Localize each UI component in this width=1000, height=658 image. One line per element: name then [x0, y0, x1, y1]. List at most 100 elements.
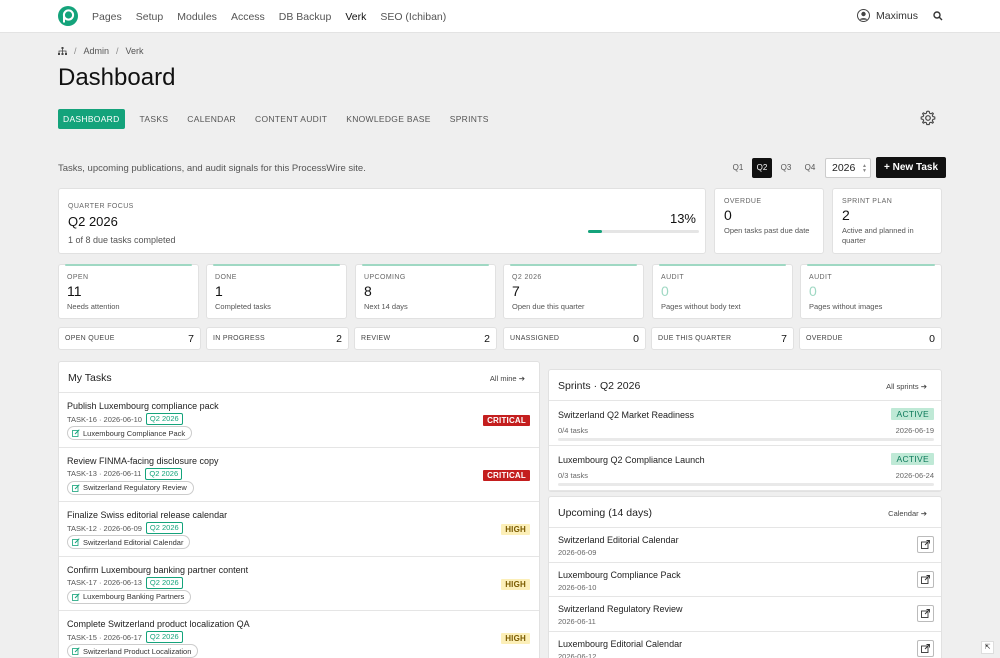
processwire-logo-icon[interactable] [58, 6, 78, 26]
resize-corner-icon[interactable]: ⇱ [981, 641, 994, 654]
stat-card-audit-body[interactable]: AUDIT 0 Pages without body text [652, 264, 793, 319]
task-row[interactable]: Publish Luxembourg compliance pack TASK-… [59, 393, 539, 448]
mini-stat-unassigned[interactable]: UNASSIGNED 0 [503, 327, 646, 350]
sprint-progress-bar [558, 483, 934, 486]
new-task-button[interactable]: + New Task [876, 157, 946, 178]
nav-access[interactable]: Access [231, 11, 265, 23]
nav-setup[interactable]: Setup [136, 11, 163, 23]
upcoming-row[interactable]: Switzerland Regulatory Review 2026-06-11 [549, 597, 941, 632]
task-title[interactable]: Confirm Luxembourg banking partner conte… [67, 565, 248, 575]
stat-card-done[interactable]: DONE 1 Completed tasks [206, 264, 347, 319]
external-link-icon [921, 643, 930, 653]
year-stepper-icon[interactable]: ▲ ▼ [862, 163, 867, 174]
my-tasks-header: My Tasks All mine ➔ [59, 362, 539, 393]
arrow-right-icon: ➔ [518, 374, 525, 383]
stat-accent-line [510, 264, 637, 266]
mini-stat-open-queue[interactable]: OPEN QUEUE 7 [58, 327, 201, 350]
mini-stat-value: 0 [633, 333, 639, 345]
breadcrumb-verk[interactable]: Verk [126, 46, 144, 56]
task-title[interactable]: Review FINMA-facing disclosure copy [67, 456, 219, 466]
task-title[interactable]: Finalize Swiss editorial release calenda… [67, 510, 227, 520]
calendar-link-label: Calendar [888, 509, 919, 518]
quarter-q4-button[interactable]: Q4 [800, 158, 820, 178]
sprint-plan-card[interactable]: SPRINT PLAN 2 Active and planned in quar… [832, 188, 942, 254]
search-icon[interactable] [933, 11, 943, 21]
task-page-label: Switzerland Product Localization [83, 646, 192, 656]
mini-stat-review[interactable]: REVIEW 2 [354, 327, 497, 350]
mini-stat-due-quarter[interactable]: DUE THIS QUARTER 7 [651, 327, 794, 350]
nav-pages[interactable]: Pages [92, 11, 122, 23]
edit-icon [72, 483, 80, 492]
gear-icon[interactable] [920, 110, 936, 126]
nav-verk[interactable]: Verk [345, 11, 366, 23]
user-menu[interactable]: Maximus [857, 9, 918, 22]
task-page-chip[interactable]: Switzerland Product Localization [67, 644, 199, 658]
sprint-name[interactable]: Switzerland Q2 Market Readiness [558, 410, 694, 420]
tab-sprints[interactable]: SPRINTS [441, 109, 498, 129]
task-date: 2026-06-17 [103, 632, 142, 642]
nav-modules[interactable]: Modules [177, 11, 217, 23]
open-external-button[interactable] [917, 570, 934, 588]
upcoming-panel: Upcoming (14 days) Calendar ➔ Switzerlan… [548, 496, 942, 658]
year-input[interactable]: 2026 ▲ ▼ [825, 157, 871, 178]
task-page-chip[interactable]: Switzerland Editorial Calendar [67, 535, 191, 549]
tab-content-audit[interactable]: CONTENT AUDIT [246, 109, 336, 129]
open-external-button[interactable] [917, 536, 934, 553]
upcoming-row[interactable]: Luxembourg Editorial Calendar 2026-06-12 [549, 632, 941, 658]
open-external-button[interactable] [917, 605, 934, 622]
mini-stat-in-progress[interactable]: IN PROGRESS 2 [206, 327, 349, 350]
task-title[interactable]: Publish Luxembourg compliance pack [67, 401, 219, 411]
stat-value: 11 [67, 283, 82, 299]
tab-dashboard[interactable]: DASHBOARD [58, 109, 125, 129]
task-row[interactable]: Review FINMA-facing disclosure copy TASK… [59, 448, 539, 502]
mini-stat-overdue[interactable]: OVERDUE 0 [799, 327, 942, 350]
task-page-chip[interactable]: Luxembourg Compliance Pack [67, 426, 193, 440]
task-meta: TASK-16 · 2026-06-10 Q2 2026 [67, 413, 183, 425]
stat-card-upcoming[interactable]: UPCOMING 8 Next 14 days [355, 264, 496, 319]
task-title[interactable]: Complete Switzerland product localizatio… [67, 619, 250, 629]
overdue-desc: Open tasks past due date [724, 226, 810, 235]
upcoming-date: 2026-06-09 [558, 548, 597, 557]
nav-db-backup[interactable]: DB Backup [279, 11, 332, 23]
tab-knowledge-base[interactable]: KNOWLEDGE BASE [337, 109, 440, 129]
arrow-right-icon: ➔ [920, 382, 927, 391]
tab-bar: DASHBOARD TASKS CALENDAR CONTENT AUDIT K… [58, 109, 499, 129]
task-date: 2026-06-13 [103, 578, 142, 587]
task-quarter-tag: Q2 2026 [145, 413, 183, 425]
sprint-row[interactable]: Luxembourg Q2 Compliance Launch ACTIVE 0… [549, 446, 941, 491]
stat-card-audit-images[interactable]: AUDIT 0 Pages without images [800, 264, 942, 319]
task-date: 2026-06-10 [103, 414, 142, 424]
stat-label: UPCOMING [364, 274, 406, 281]
stat-card-open[interactable]: OPEN 11 Needs attention [58, 264, 199, 319]
all-sprints-link[interactable]: All sprints ➔ [886, 382, 927, 391]
upcoming-row[interactable]: Luxembourg Compliance Pack 2026-06-10 [549, 563, 941, 597]
task-page-chip[interactable]: Switzerland Regulatory Review [67, 480, 194, 495]
stat-card-quarter[interactable]: Q2 2026 7 Open due this quarter [503, 264, 644, 319]
upcoming-row[interactable]: Switzerland Editorial Calendar 2026-06-0… [549, 528, 941, 563]
breadcrumb: / Admin / Verk [58, 46, 144, 56]
sitemap-icon[interactable] [58, 47, 67, 55]
sprint-row[interactable]: Switzerland Q2 Market Readiness ACTIVE 0… [549, 401, 941, 446]
tab-calendar[interactable]: CALENDAR [178, 109, 245, 129]
task-row[interactable]: Confirm Luxembourg banking partner conte… [59, 557, 539, 611]
breadcrumb-admin[interactable]: Admin [84, 46, 110, 56]
nav-seo[interactable]: SEO (Ichiban) [380, 11, 446, 23]
user-name: Maximus [876, 9, 919, 22]
stat-label: DONE [215, 274, 237, 281]
all-mine-link[interactable]: All mine ➔ [490, 374, 525, 383]
stat-value: 0 [809, 283, 817, 299]
sprint-name[interactable]: Luxembourg Q2 Compliance Launch [558, 455, 705, 465]
upcoming-header: Upcoming (14 days) Calendar ➔ [549, 497, 941, 528]
overdue-card[interactable]: OVERDUE 0 Open tasks past due date [714, 188, 824, 254]
quarter-q3-button[interactable]: Q3 [776, 158, 796, 178]
task-page-label: Luxembourg Banking Partners [83, 592, 185, 601]
stat-label: AUDIT [661, 274, 684, 281]
tab-tasks[interactable]: TASKS [131, 109, 178, 129]
task-row[interactable]: Finalize Swiss editorial release calenda… [59, 502, 539, 557]
open-external-button[interactable] [917, 639, 934, 657]
calendar-link[interactable]: Calendar ➔ [888, 509, 927, 518]
quarter-q1-button[interactable]: Q1 [728, 158, 748, 178]
task-row[interactable]: Complete Switzerland product localizatio… [59, 611, 539, 658]
task-page-chip[interactable]: Luxembourg Banking Partners [67, 589, 192, 604]
quarter-q2-button[interactable]: Q2 [752, 157, 772, 178]
